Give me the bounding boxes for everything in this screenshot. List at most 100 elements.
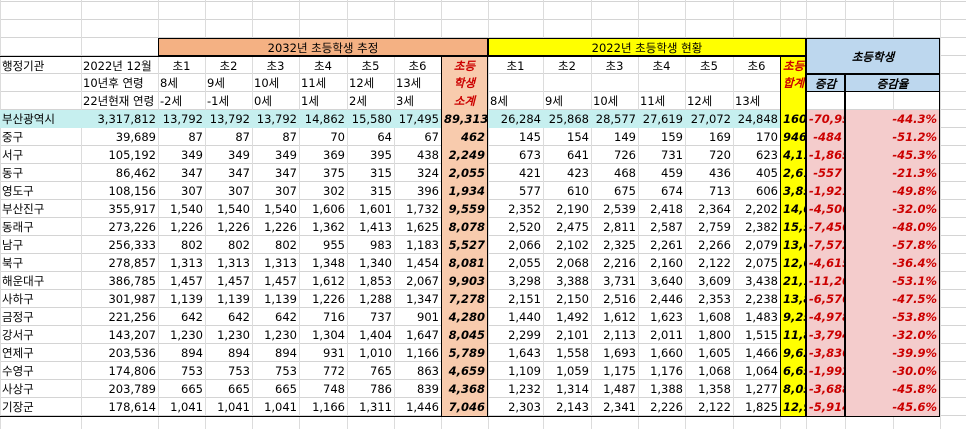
current-value[interactable]: 2,150 <box>543 290 591 308</box>
estimate-value[interactable]: 13,792 <box>252 110 299 128</box>
current-value[interactable]: 27,072 <box>685 110 733 128</box>
current-value[interactable]: 731 <box>638 146 685 164</box>
current-value[interactable]: 610 <box>543 182 591 200</box>
estimate-value[interactable]: 307 <box>158 182 205 200</box>
row-rate[interactable]: -45.8% <box>845 380 940 398</box>
estimate-value[interactable]: 1,732 <box>394 200 441 218</box>
current-age[interactable]: 12세 <box>685 92 733 110</box>
row-name[interactable]: 해운대구 <box>0 272 81 290</box>
row-population[interactable]: 301,987 <box>81 290 158 308</box>
current-value[interactable]: 1,176 <box>638 362 685 380</box>
row-rate[interactable]: -32.0% <box>845 200 940 218</box>
current-value[interactable]: 3,640 <box>638 272 685 290</box>
current-value[interactable]: 1,487 <box>591 380 638 398</box>
current-value[interactable]: 27,619 <box>638 110 685 128</box>
row-population[interactable]: 386,785 <box>81 272 158 290</box>
estimate-age10[interactable]: 11세 <box>299 74 347 92</box>
row-name[interactable]: 기장군 <box>0 398 81 416</box>
rate-spacer[interactable] <box>845 92 940 110</box>
estimate-grade-header[interactable]: 초6 <box>394 56 441 74</box>
row-population[interactable]: 143,207 <box>81 326 158 344</box>
current-value[interactable]: 405 <box>733 164 780 182</box>
estimate-value[interactable]: 1,340 <box>347 254 394 272</box>
row-subtotal[interactable]: 9,903 <box>441 272 488 290</box>
estimate-value[interactable]: 1,139 <box>252 290 299 308</box>
estimate-value[interactable]: 1,139 <box>158 290 205 308</box>
current-value[interactable]: 2,759 <box>685 218 733 236</box>
estimate-age-now[interactable]: -2세 <box>158 92 205 110</box>
estimate-grade-header[interactable]: 초5 <box>347 56 394 74</box>
row-name[interactable]: 사하구 <box>0 290 81 308</box>
estimate-value[interactable]: 1,230 <box>252 326 299 344</box>
date-label[interactable]: 2022년 12월 <box>81 56 158 74</box>
estimate-value[interactable]: 1,010 <box>347 344 394 362</box>
row-subtotal[interactable]: 4,280 <box>441 308 488 326</box>
row-rate[interactable]: -47.5% <box>845 290 940 308</box>
current-age[interactable]: 13세 <box>733 92 780 110</box>
estimate-value[interactable]: 1,313 <box>205 254 252 272</box>
estimate-value[interactable]: 642 <box>252 308 299 326</box>
current-value[interactable]: 421 <box>488 164 543 182</box>
row-population[interactable]: 86,462 <box>81 164 158 182</box>
current-value[interactable]: 459 <box>638 164 685 182</box>
estimate-value[interactable]: 753 <box>158 362 205 380</box>
estimate-value[interactable]: 395 <box>347 146 394 164</box>
estimate-value[interactable]: 1,226 <box>299 290 347 308</box>
current-grade-header[interactable]: 초4 <box>638 56 685 74</box>
estimate-value[interactable]: 1,413 <box>347 218 394 236</box>
estimate-value[interactable]: 396 <box>394 182 441 200</box>
row-change[interactable]: -5,914 <box>806 398 845 416</box>
current-value[interactable]: 1,064 <box>733 362 780 380</box>
estimate-value[interactable]: 1,454 <box>394 254 441 272</box>
current-value[interactable]: 2,151 <box>488 290 543 308</box>
change-label[interactable]: 증감 <box>806 74 845 92</box>
row-total[interactable]: 2,612 <box>780 164 806 182</box>
estimate-age10[interactable]: 8세 <box>158 74 205 92</box>
estimate-value[interactable]: 1,647 <box>394 326 441 344</box>
estimate-value[interactable]: 1,404 <box>347 326 394 344</box>
estimate-value[interactable]: 347 <box>252 164 299 182</box>
estimate-value[interactable]: 438 <box>394 146 441 164</box>
current-value[interactable]: 1,109 <box>488 362 543 380</box>
total-header-line2[interactable]: 합계 <box>780 74 806 92</box>
estimate-age10[interactable]: 10세 <box>252 74 299 92</box>
estimate-value[interactable]: 931 <box>299 344 347 362</box>
current-value[interactable]: 606 <box>733 182 780 200</box>
estimate-value[interactable]: 324 <box>394 164 441 182</box>
current-value[interactable]: 2,122 <box>685 254 733 272</box>
estimate-value[interactable]: 642 <box>205 308 252 326</box>
row-name[interactable]: 동구 <box>0 164 81 182</box>
current-value[interactable]: 1,825 <box>733 398 780 416</box>
row-rate[interactable]: -48.0% <box>845 218 940 236</box>
row-name[interactable]: 서구 <box>0 146 81 164</box>
estimate-value[interactable]: 1,166 <box>394 344 441 362</box>
estimate-age-now[interactable]: 0세 <box>252 92 299 110</box>
current-value[interactable]: 169 <box>685 128 733 146</box>
current-value[interactable]: 2,075 <box>733 254 780 272</box>
current-value[interactable]: 2,011 <box>638 326 685 344</box>
estimate-age-now[interactable]: 3세 <box>394 92 441 110</box>
row-rate[interactable]: -30.0% <box>845 362 940 380</box>
estimate-value[interactable]: 665 <box>205 380 252 398</box>
current-value[interactable]: 713 <box>685 182 733 200</box>
row-name[interactable]: 중구 <box>0 128 81 146</box>
row-subtotal[interactable]: 4,659 <box>441 362 488 380</box>
estimate-value[interactable]: 1,041 <box>252 398 299 416</box>
estimate-value[interactable]: 302 <box>299 182 347 200</box>
current-value[interactable]: 3,438 <box>733 272 780 290</box>
row-total[interactable]: 9,258 <box>780 308 806 326</box>
current-value[interactable]: 2,101 <box>543 326 591 344</box>
estimate-value[interactable]: 315 <box>347 182 394 200</box>
estimate-value[interactable]: 13,792 <box>158 110 205 128</box>
current-value[interactable]: 2,382 <box>733 218 780 236</box>
row-population[interactable]: 278,857 <box>81 254 158 272</box>
current-value[interactable]: 2,226 <box>638 398 685 416</box>
estimate-value[interactable]: 1,348 <box>299 254 347 272</box>
row-name[interactable]: 수영구 <box>0 362 81 380</box>
row-subtotal[interactable]: 8,078 <box>441 218 488 236</box>
estimate-value[interactable]: 1,540 <box>158 200 205 218</box>
total-header-line3[interactable] <box>780 92 806 110</box>
row-subtotal[interactable]: 2,249 <box>441 146 488 164</box>
current-value[interactable]: 25,868 <box>543 110 591 128</box>
estimate-age10[interactable]: 12세 <box>347 74 394 92</box>
